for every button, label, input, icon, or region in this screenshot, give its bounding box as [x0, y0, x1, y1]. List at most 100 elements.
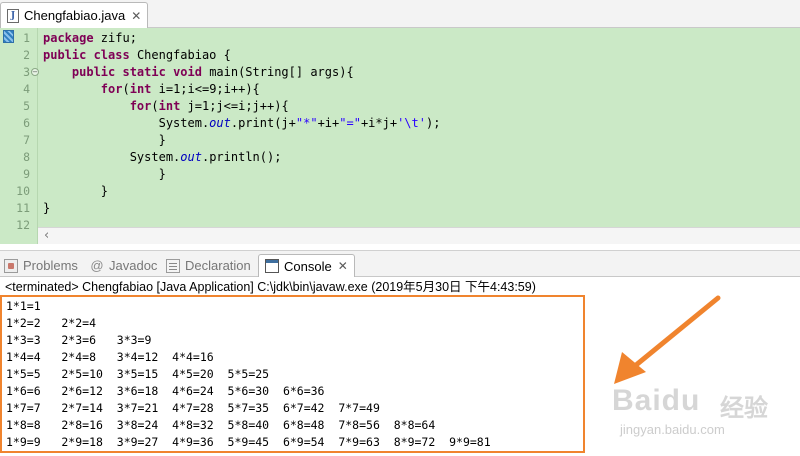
code-line[interactable]: System.out.print(j+"*"+i+"="+i*j+'\t'); — [43, 115, 441, 132]
console-output[interactable]: 1*1=1 1*2=2 2*2=4 1*3=3 2*3=6 3*3=9 1*4=4 2… — [0, 295, 585, 453]
code-token: class — [93, 48, 137, 62]
bookmark-marker-icon — [3, 30, 14, 43]
close-icon[interactable]: ✕ — [338, 260, 348, 272]
code-token: +i*j+ — [360, 116, 398, 130]
watermark-url: jingyan.baidu.com — [620, 422, 725, 437]
console-output-line: 1*8=8 2*8=16 3*8=24 4*8=32 5*8=40 6*8=48… — [6, 418, 436, 432]
code-token: } — [43, 133, 166, 147]
code-token: for — [129, 99, 152, 113]
line-number: 10 — [16, 184, 30, 198]
editor-tab-bar: J Chengfabiao.java ✕ — [0, 0, 800, 28]
line-number: 9 — [23, 167, 30, 181]
code-token: main(String[] args){ — [209, 65, 354, 79]
code-line[interactable]: for(int j=1;j<=i;j++){ — [43, 98, 289, 115]
code-token: "=" — [339, 116, 361, 130]
console-output-line: 1*2=2 2*2=4 — [6, 316, 97, 330]
editor-tab-title: Chengfabiao.java — [24, 8, 126, 23]
console-output-line: 1*6=6 2*6=12 3*6=18 4*6=24 5*6=30 6*6=36 — [6, 384, 325, 398]
tab-label: Javadoc — [109, 258, 158, 273]
line-number: 2 — [23, 48, 30, 62]
views-tab-bar: Problems @ Javadoc Declaration Console ✕ — [0, 250, 800, 277]
horizontal-scrollbar[interactable]: ‹ — [38, 227, 800, 244]
code-line[interactable]: for(int i=1;i<=9;i++){ — [43, 81, 260, 98]
code-line[interactable]: System.out.println(); — [43, 149, 282, 166]
code-line[interactable]: } — [43, 166, 166, 183]
arrow-annotation-icon — [614, 295, 721, 384]
tab-label: Problems — [23, 258, 78, 273]
close-icon[interactable]: ✕ — [131, 10, 141, 22]
line-number: 3 — [23, 65, 30, 79]
editor-tab-chengfabiao[interactable]: J Chengfabiao.java ✕ — [0, 2, 148, 28]
tab-javadoc[interactable]: @ Javadoc — [90, 254, 157, 277]
code-line[interactable]: } — [43, 132, 166, 149]
code-token: i=1;i<=9;i++){ — [158, 82, 260, 96]
console-output-line: 1*3=3 2*3=6 3*3=9 — [6, 333, 152, 347]
code-token: System. — [43, 150, 181, 164]
code-token: ); — [425, 116, 441, 130]
watermark-brand: Baidu — [612, 384, 701, 417]
tab-console[interactable]: Console ✕ — [258, 254, 355, 277]
tab-label: Console — [284, 258, 332, 274]
console-icon — [265, 259, 279, 273]
code-token: "*" — [295, 116, 318, 130]
at-icon: @ — [90, 257, 104, 273]
line-number: 6 — [23, 116, 30, 130]
code-token: void — [173, 65, 210, 79]
declaration-icon — [166, 258, 180, 273]
code-token: Chengfabiao { — [136, 48, 231, 62]
code-line[interactable]: } — [43, 200, 50, 217]
code-token: } — [43, 201, 51, 215]
code-token: static — [122, 65, 174, 79]
code-token: System. — [43, 116, 210, 130]
line-number: 7 — [23, 133, 30, 147]
console-output-line: 1*9=9 2*9=18 3*9=27 4*9=36 5*9=45 6*9=54… — [6, 435, 491, 449]
console-output-line: 1*1=1 — [6, 299, 41, 313]
line-number-gutter: 1 2 3 4 5 6 7 8 9 10 11 12− — [0, 28, 39, 244]
code-token: '\t' — [397, 116, 426, 130]
code-token: .println(); — [201, 150, 282, 164]
tab-problems[interactable]: Problems — [4, 254, 78, 277]
line-number: 11 — [16, 201, 30, 215]
code-token: out — [209, 116, 231, 130]
code-token: public — [71, 65, 123, 79]
code-line[interactable]: package zifu; — [43, 30, 137, 47]
watermark-brand-cn: 经验 — [720, 394, 768, 422]
chevron-left-icon[interactable]: ‹ — [44, 228, 49, 244]
code-token: ( — [151, 99, 159, 113]
code-area[interactable]: package zifu; public class Chengfabiao { … — [43, 28, 800, 244]
code-token: package — [43, 31, 101, 45]
code-line[interactable]: } — [43, 183, 108, 200]
code-token: for — [100, 82, 123, 96]
code-token: int — [129, 82, 159, 96]
code-line[interactable]: public static void main(String[] args){ — [43, 64, 354, 81]
code-token: out — [180, 150, 202, 164]
code-token: int — [158, 99, 188, 113]
code-token: .print(j+ — [230, 116, 296, 130]
code-line[interactable]: public class Chengfabiao { — [43, 47, 231, 64]
line-number: 8 — [23, 150, 30, 164]
java-file-icon: J — [7, 8, 19, 23]
console-output-line: 1*4=4 2*4=8 3*4=12 4*4=16 — [6, 350, 214, 364]
fold-collapse-icon[interactable]: − — [31, 68, 39, 76]
code-token: j=1;j<=i;j++){ — [187, 99, 289, 113]
code-token: +i+ — [317, 116, 340, 130]
code-token: public — [43, 48, 94, 62]
code-token: } — [43, 167, 166, 181]
code-token: ( — [122, 82, 130, 96]
code-token: zifu; — [100, 31, 137, 45]
console-output-line: 1*5=5 2*5=10 3*5=15 4*5=20 5*5=25 — [6, 367, 270, 381]
line-number: 4 — [23, 82, 30, 96]
tab-label: Declaration — [185, 258, 251, 273]
code-token: } — [43, 184, 109, 198]
tab-declaration[interactable]: Declaration — [166, 254, 251, 277]
line-number: 12 — [16, 218, 30, 232]
console-output-line: 1*7=7 2*7=14 3*7=21 4*7=28 5*7=35 6*7=42… — [6, 401, 380, 415]
problems-icon — [4, 258, 18, 273]
code-editor[interactable]: 1 2 3 4 5 6 7 8 9 10 11 12− package zifu; public cla… — [0, 28, 800, 244]
baidu-jingyan-watermark: Baidu 经验 jingyan.baidu.com — [612, 384, 797, 442]
line-number: 5 — [23, 99, 30, 113]
console-status: <terminated> Chengfabiao [Java Applicati… — [5, 280, 536, 294]
